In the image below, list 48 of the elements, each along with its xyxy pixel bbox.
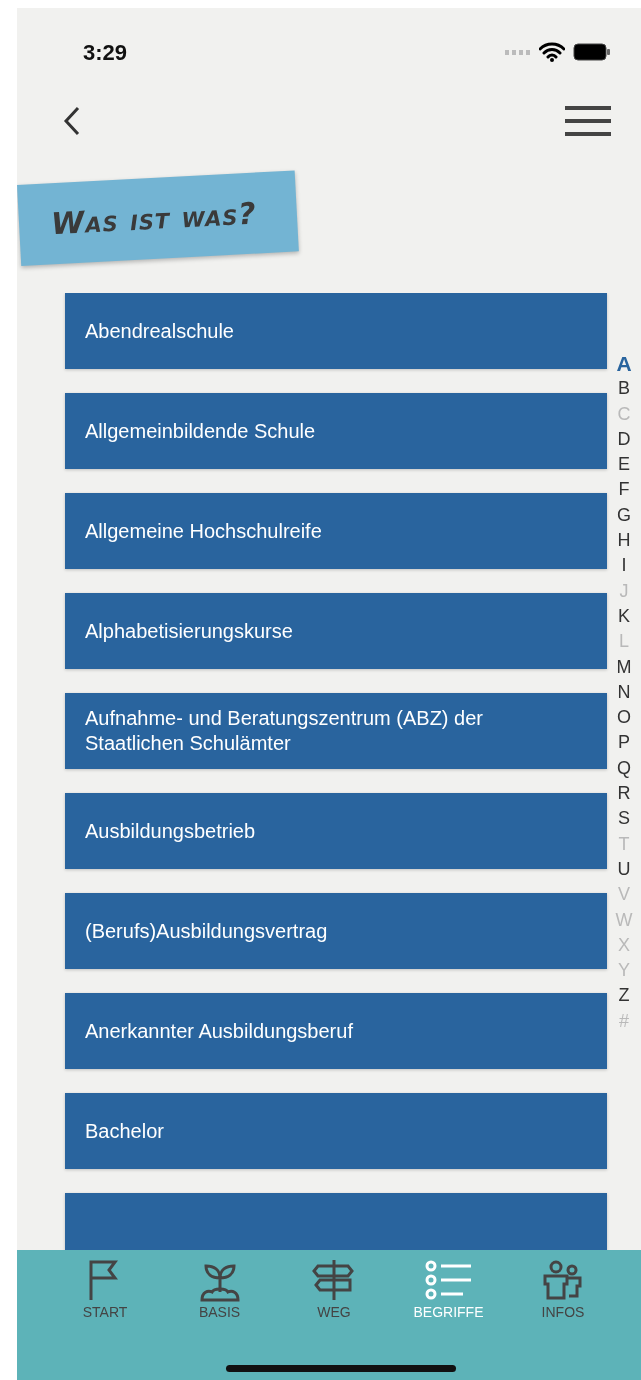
index-letter[interactable]: Q xyxy=(617,755,631,782)
index-letter: V xyxy=(618,883,630,907)
back-icon[interactable] xyxy=(63,105,81,136)
index-letter: W xyxy=(615,908,633,932)
index-letter[interactable]: H xyxy=(617,528,631,554)
index-letter[interactable]: R xyxy=(617,781,631,807)
term-list-item[interactable]: Allgemeinbildende Schule xyxy=(65,393,607,469)
index-letter[interactable]: Z xyxy=(618,983,630,1009)
index-letter: C xyxy=(617,402,631,426)
tab-bar-item[interactable]: WEG xyxy=(286,1258,382,1323)
term-list-item[interactable]: Alphabetisierungskurse xyxy=(65,593,607,669)
menu-icon[interactable] xyxy=(565,104,611,137)
term-list-item[interactable]: Bachelor xyxy=(65,1093,607,1169)
index-letter[interactable]: K xyxy=(618,603,630,630)
status-time: 3:29 xyxy=(83,38,128,67)
index-letter[interactable]: O xyxy=(617,705,631,731)
tab-bar-item[interactable]: INFOS xyxy=(515,1258,611,1323)
wifi-icon xyxy=(539,42,565,62)
battery-icon xyxy=(573,43,611,61)
tab-bar-item[interactable]: BASIS xyxy=(171,1258,268,1323)
index-letter[interactable]: M xyxy=(616,654,632,680)
page-title: Was ist was? xyxy=(17,170,299,266)
index-letter: J xyxy=(619,579,629,603)
index-letter[interactable]: F xyxy=(618,477,630,503)
term-list-item[interactable]: Abendrealschule xyxy=(65,293,607,369)
index-letter[interactable]: U xyxy=(617,856,631,883)
term-list-item[interactable]: Aufnahme- und Beratungszentrum (ABZ) der Staatlichen Schulämter xyxy=(65,693,607,769)
index-letter[interactable]: D xyxy=(617,426,631,453)
index-letter: L xyxy=(619,630,629,654)
term-list-item[interactable]: Allgemeine Hochschulreife xyxy=(65,493,607,569)
index-letter[interactable]: P xyxy=(618,730,630,756)
term-list-item[interactable]: Ausbildungsbetrieb xyxy=(65,793,607,869)
index-letter: Y xyxy=(618,959,630,983)
index-letter[interactable]: B xyxy=(618,376,630,402)
signal-icon xyxy=(505,48,531,56)
index-letter[interactable]: E xyxy=(618,452,630,478)
index-letter: X xyxy=(618,933,630,957)
index-letter: T xyxy=(618,832,630,856)
term-list-item[interactable]: Anerkannter Ausbildungsberuf xyxy=(65,993,607,1069)
index-letter[interactable]: I xyxy=(621,553,627,579)
index-letter[interactable]: N xyxy=(617,679,631,706)
index-letter: # xyxy=(619,1009,629,1033)
list-icon xyxy=(424,1258,473,1302)
term-list-item[interactable]: (Berufs)Ausbildungsvertrag xyxy=(65,893,607,969)
index-letter[interactable]: G xyxy=(617,502,631,529)
index-letter[interactable]: A xyxy=(616,351,632,377)
index-letter[interactable]: S xyxy=(618,806,630,832)
tab-bar-item[interactable]: START xyxy=(57,1258,153,1323)
